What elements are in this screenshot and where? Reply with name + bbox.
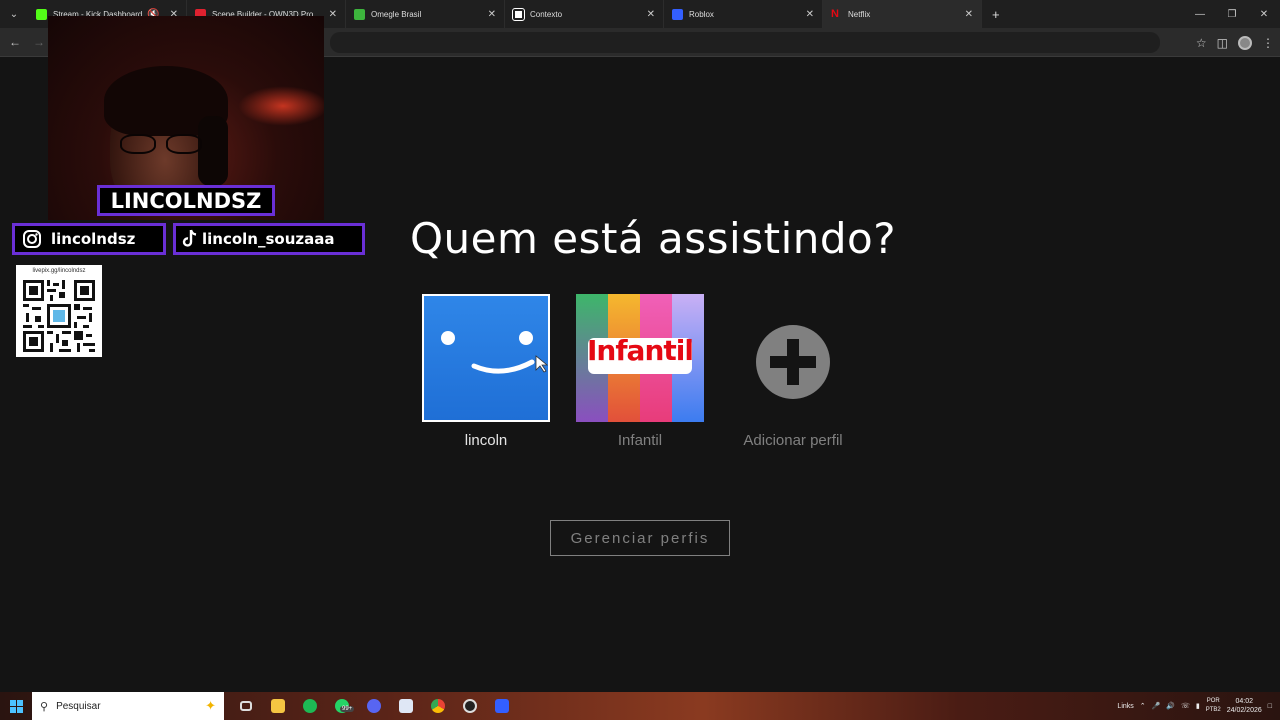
lang-bottom: PTB2	[1205, 707, 1221, 713]
windows-start-button[interactable]	[0, 692, 32, 720]
close-tab-icon[interactable]: ✕	[806, 9, 814, 20]
glasses	[120, 134, 210, 156]
discord-icon[interactable]	[358, 692, 390, 720]
microphone-icon[interactable]: 🎤	[1152, 702, 1161, 710]
instagram-badge: lincolndsz	[12, 223, 166, 255]
windows-taskbar: ⚲ Pesquisar ✦ 99+ Links ⌃ 🎤 🔊 ☏ ▮ POR PT…	[0, 692, 1280, 720]
close-tab-icon[interactable]: ✕	[647, 9, 655, 20]
tab-label: Contexto	[530, 9, 563, 19]
chrome-icon[interactable]	[422, 692, 454, 720]
whatsapp-icon[interactable]: 99+	[326, 692, 358, 720]
back-arrow-icon[interactable]: ←	[3, 30, 27, 54]
obs-icon[interactable]	[454, 692, 486, 720]
network-icon[interactable]: ☏	[1181, 702, 1190, 710]
channel-name-badge: LINCOLNDSZ	[97, 185, 275, 216]
add-profile-icon	[756, 325, 830, 399]
toolbar-actions: ☆ ◫ ⋮	[1196, 28, 1274, 57]
close-tab-icon[interactable]: ✕	[329, 9, 337, 20]
tiktok-badge: lincoln_souzaaa	[173, 223, 365, 255]
profile-name: lincoln	[464, 432, 508, 449]
tab-netflix[interactable]: N Netflix ✕	[823, 0, 982, 28]
profile-lincoln[interactable]: lincoln	[421, 294, 551, 449]
new-tab-button[interactable]: +	[982, 7, 1010, 22]
smile-avatar[interactable]	[422, 294, 550, 422]
kick-icon	[36, 8, 47, 20]
search-icon: ⚲	[40, 700, 49, 713]
minimize-icon[interactable]: —	[1184, 0, 1216, 28]
omegle-icon	[354, 8, 365, 20]
smile-face-icon	[441, 331, 548, 374]
volume-icon[interactable]: 🔊	[1166, 702, 1175, 710]
address-bar[interactable]	[330, 32, 1160, 53]
tab-search-icon[interactable]: ⌄	[0, 0, 28, 28]
spotify-icon[interactable]	[294, 692, 326, 720]
kids-avatar[interactable]: Infantil	[576, 294, 704, 422]
tab-label: Roblox	[689, 9, 714, 19]
language-indicator[interactable]: POR PTB2	[1206, 697, 1221, 715]
notification-badge: 99+	[340, 706, 355, 712]
taskbar-apps: 99+	[230, 692, 518, 720]
profile-name: Infantil	[617, 432, 663, 449]
tab-label: Netflix	[848, 9, 871, 19]
tab-roblox[interactable]: Roblox ✕	[664, 0, 823, 28]
qr-url: livepix.gg/lincolndsz	[32, 268, 86, 274]
qr-code-card: livepix.gg/lincolndsz	[16, 265, 102, 357]
clock-time: 04:02	[1235, 698, 1253, 705]
screen: ⌄ Stream - Kick Dashboard 🔇 ✕ Scene Buil…	[0, 0, 1280, 720]
light-glow	[238, 86, 324, 126]
tab-label: Omegle Brasil	[371, 9, 422, 19]
extensions-icon[interactable]: ◫	[1217, 36, 1228, 50]
manage-profiles-button[interactable]: Gerenciar perfis	[550, 520, 730, 556]
roblox-icon	[672, 8, 683, 20]
notepad-icon[interactable]	[390, 692, 422, 720]
add-profile-avatar[interactable]	[729, 294, 857, 422]
page-title: Quem está assistindo?	[410, 214, 897, 263]
file-explorer-icon[interactable]	[262, 692, 294, 720]
profile-infantil[interactable]: Infantil Infantil	[575, 294, 705, 449]
chevron-up-icon[interactable]: ⌃	[1140, 702, 1146, 710]
profile-avatar-icon[interactable]	[1238, 35, 1252, 50]
clock[interactable]: 04:02 24/02/2026	[1227, 697, 1262, 715]
taskbar-search-input[interactable]: ⚲ Pesquisar ✦	[32, 692, 224, 720]
profile-add[interactable]: Adicionar perfil	[728, 294, 858, 449]
windows-logo-icon	[9, 699, 23, 713]
tab-contexto[interactable]: Contexto ✕	[505, 0, 664, 28]
tiktok-icon	[182, 228, 198, 250]
more-menu-icon[interactable]: ⋮	[1262, 36, 1274, 50]
kids-badge-text: Infantil	[587, 334, 694, 367]
instagram-handle: lincolndsz	[51, 230, 136, 248]
restore-icon[interactable]: ❐	[1216, 0, 1248, 28]
roblox-taskbar-icon[interactable]	[486, 692, 518, 720]
task-view-icon[interactable]	[230, 692, 262, 720]
profile-name: Adicionar perfil	[743, 432, 843, 449]
close-tab-icon[interactable]: ✕	[965, 9, 973, 20]
bookmark-star-icon[interactable]: ☆	[1196, 36, 1207, 50]
close-window-icon[interactable]: ✕	[1248, 0, 1280, 28]
notifications-icon[interactable]: □	[1268, 703, 1272, 710]
tab-omegle[interactable]: Omegle Brasil ✕	[346, 0, 505, 28]
qr-code-icon	[23, 280, 95, 352]
clock-date: 24/02/2026	[1226, 707, 1262, 714]
battery-icon[interactable]: ▮	[1196, 702, 1200, 710]
lang-top: POR	[1206, 698, 1220, 704]
close-tab-icon[interactable]: ✕	[488, 9, 496, 20]
netflix-icon: N	[831, 7, 839, 20]
contexto-icon	[512, 7, 525, 21]
system-tray: Links ⌃ 🎤 🔊 ☏ ▮ POR PTB2 04:02 24/02/202…	[1117, 692, 1280, 720]
window-controls: — ❐ ✕	[1184, 0, 1280, 28]
sparkle-icon: ✦	[205, 698, 216, 713]
links-label[interactable]: Links	[1117, 703, 1133, 710]
search-placeholder: Pesquisar	[56, 700, 101, 712]
instagram-icon	[21, 228, 43, 250]
tiktok-handle: lincoln_souzaaa	[202, 230, 335, 248]
